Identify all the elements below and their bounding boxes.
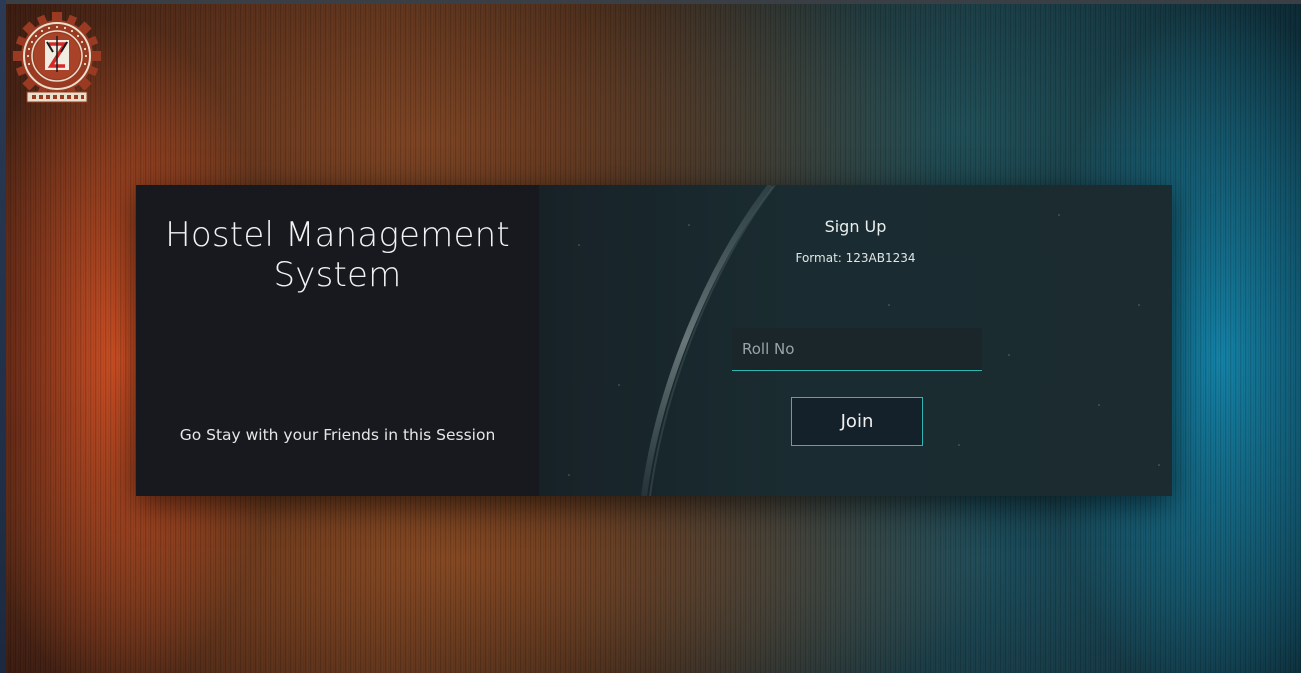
- signup-card: Hostel Management System Go Stay with yo…: [136, 185, 1172, 496]
- institute-logo: [13, 12, 101, 103]
- format-hint: Format: 123AB1234: [795, 251, 916, 265]
- window-left-edge: [0, 0, 6, 673]
- tagline-text: Go Stay with your Friends in this Sessio…: [179, 426, 496, 444]
- window-top-border: [0, 0, 1301, 4]
- page-title: Hostel Management System: [165, 215, 510, 295]
- join-button[interactable]: Join: [791, 397, 923, 446]
- roll-no-input[interactable]: [732, 328, 982, 371]
- signup-heading: Sign Up: [824, 217, 887, 236]
